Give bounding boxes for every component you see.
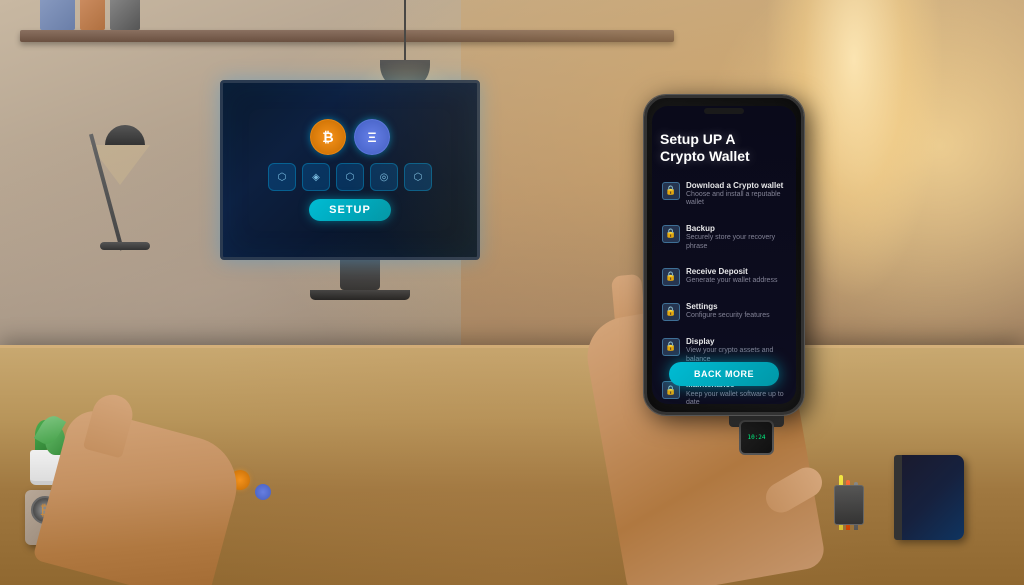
back-more-button[interactable]: BACK MORE <box>669 362 779 386</box>
wallet-item-title: Receive Deposit <box>686 267 786 277</box>
wallet-item-icon: 🔒 <box>662 268 680 286</box>
pencil-holder <box>834 485 864 530</box>
wallet-list-item[interactable]: 🔒 Settings Configure security features <box>660 298 788 325</box>
wallet-item-desc: Securely store your recovery phrase <box>686 234 786 251</box>
screen-grid-item: ⬡ <box>268 163 296 191</box>
crypto-icons-row: ₿ Ξ <box>310 119 390 155</box>
phone-notch <box>704 108 744 114</box>
monitor-stand <box>340 260 380 290</box>
wallet-item-icon: 🔒 <box>662 182 680 200</box>
lamp-base <box>100 242 150 250</box>
scene: ₿ Ξ ⬡ ◈ ⬡ ◎ ⬡ SETUP <box>0 0 1024 585</box>
wallet-list-item[interactable]: 🔒 Download a Crypto wallet Choose and in… <box>660 177 788 212</box>
wallet-item-icon: 🔒 <box>662 225 680 243</box>
wallet-list-item[interactable]: 🔒 Backup Securely store your recovery ph… <box>660 220 788 255</box>
wallet-item-desc: Choose and install a reputable wallet <box>686 191 786 208</box>
wallet-item-title: Display <box>686 337 786 347</box>
wallet-item-title: Backup <box>686 224 786 234</box>
wallet-item-desc: Generate your wallet address <box>686 277 786 285</box>
eth-token <box>255 484 271 500</box>
watch-display: 10:24 <box>747 434 765 441</box>
wallet-item-text: Display View your crypto assets and bala… <box>686 337 786 364</box>
wallet-item-icon: 🔒 <box>662 303 680 321</box>
wallet-list-item[interactable]: 🔒 Receive Deposit Generate your wallet a… <box>660 263 788 290</box>
screen-grid-item: ⬡ <box>404 163 432 191</box>
light-cord <box>404 0 406 60</box>
smartphone: Setup UP ACrypto Wallet 🔒 Download a Cry… <box>644 95 804 415</box>
phone-frame: Setup UP ACrypto Wallet 🔒 Download a Cry… <box>644 95 804 415</box>
screen-grid-item: ◈ <box>302 163 330 191</box>
shelf <box>20 30 674 42</box>
wallet-item-desc: Configure security features <box>686 312 786 320</box>
monitor-base <box>310 290 410 300</box>
wallet-item-text: Backup Securely store your recovery phra… <box>686 224 786 251</box>
monitor-setup-button[interactable]: SETUP <box>309 199 391 221</box>
monitor: ₿ Ξ ⬡ ◈ ⬡ ◎ ⬡ SETUP <box>220 80 500 290</box>
wallet-item-text: Download a Crypto wallet Choose and inst… <box>686 181 786 208</box>
desk-lamp <box>100 130 124 250</box>
monitor-screen: ₿ Ξ ⬡ ◈ ⬡ ◎ ⬡ SETUP <box>220 80 480 260</box>
hand-phone-container: 10:24 Setup UP ACrypto Wallet 🔒 Download… <box>504 65 824 585</box>
screen-icons-grid: ⬡ ◈ ⬡ ◎ ⬡ <box>268 163 432 191</box>
phone-screen: Setup UP ACrypto Wallet 🔒 Download a Cry… <box>652 106 796 404</box>
bitcoin-icon: ₿ <box>310 119 346 155</box>
wallet-item-desc: Keep your wallet software up to date <box>686 391 786 405</box>
shelf-item <box>40 0 75 30</box>
phone-title: Setup UP ACrypto Wallet <box>660 131 788 165</box>
screen-content: ₿ Ξ ⬡ ◈ ⬡ ◎ ⬡ SETUP <box>223 83 477 257</box>
notebook-body <box>894 455 964 540</box>
holder-body <box>834 485 864 525</box>
pendant-light <box>380 0 430 90</box>
wallet-item-icon: 🔒 <box>662 338 680 356</box>
screen-grid-item: ◎ <box>370 163 398 191</box>
notebook <box>894 455 964 540</box>
shelf-item <box>110 0 140 30</box>
wallet-item-text: Receive Deposit Generate your wallet add… <box>686 267 786 286</box>
screen-grid-item: ⬡ <box>336 163 364 191</box>
wallet-item-title: Download a Crypto wallet <box>686 181 786 191</box>
wallet-item-title: Settings <box>686 302 786 312</box>
watch-face: 10:24 <box>739 420 774 455</box>
ethereum-icon: Ξ <box>354 119 390 155</box>
shelf-item <box>80 0 105 30</box>
wallet-item-text: Settings Configure security features <box>686 302 786 321</box>
